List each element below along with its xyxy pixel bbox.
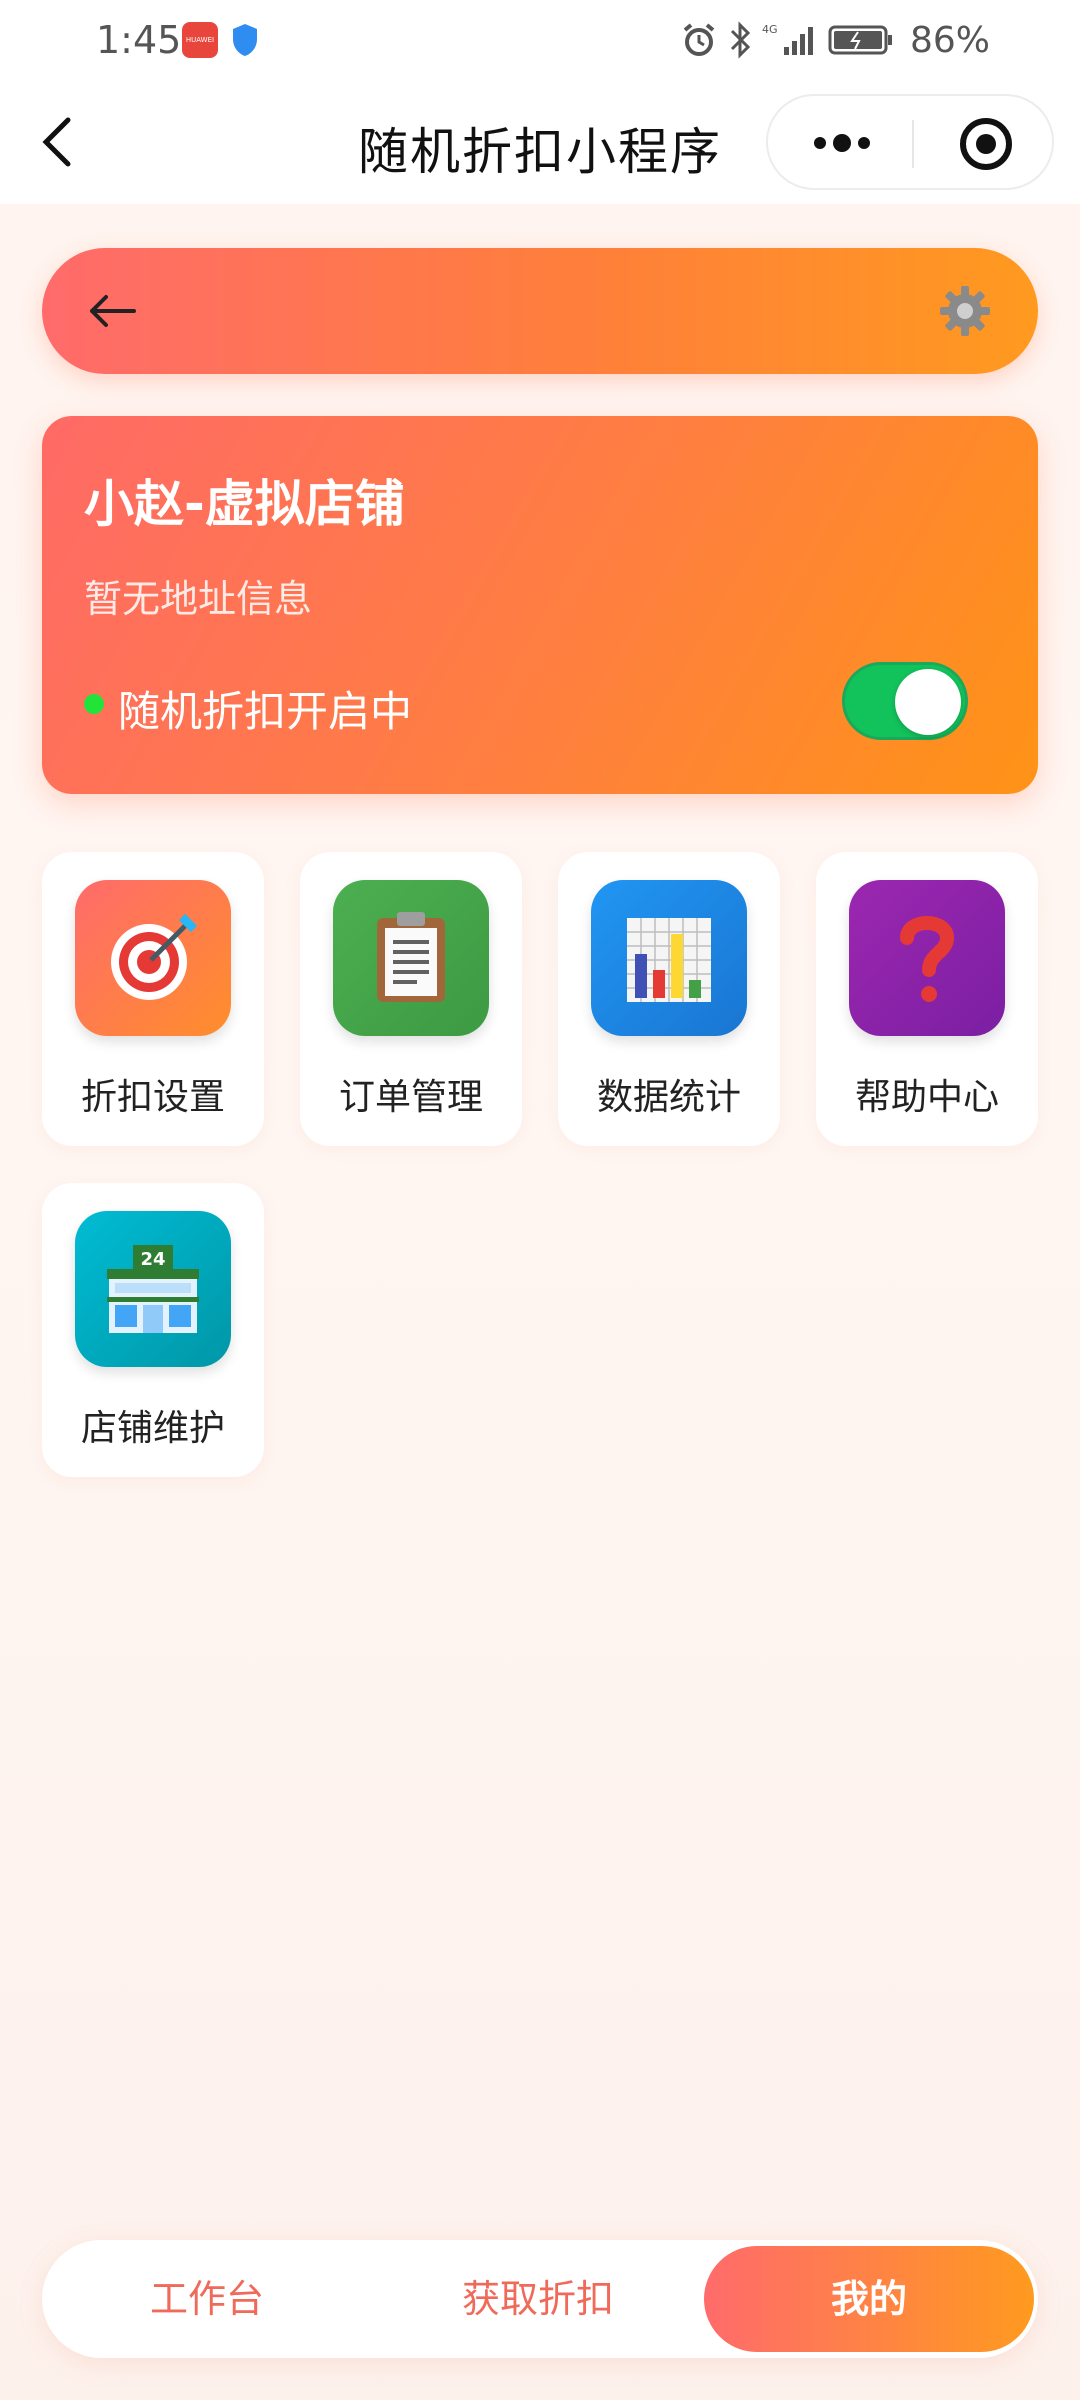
tile-label: 帮助中心	[854, 1077, 999, 1118]
tile-data-statistics[interactable]: 数据统计	[558, 852, 780, 1146]
nav-bar: 随机折扣小程序	[0, 80, 1080, 204]
huawei-app-icon: HUAWEI	[182, 22, 218, 58]
discount-status-text: 随机折扣开启中	[118, 687, 413, 736]
shield-icon	[233, 24, 257, 56]
tile-help-center[interactable]: 帮助中心	[816, 852, 1038, 1146]
tile-label: 数据统计	[596, 1077, 741, 1118]
settings-gear-icon[interactable]	[938, 284, 992, 338]
tab-get-discount[interactable]: 获取折扣	[373, 2240, 703, 2358]
alarm-icon	[683, 23, 715, 56]
question-icon	[849, 880, 1005, 1036]
tile-store-maintenance[interactable]: 24 店铺维护	[42, 1183, 264, 1477]
tile-label: 店铺维护	[80, 1408, 225, 1449]
back-arrow-icon[interactable]	[86, 288, 138, 334]
tab-mine[interactable]: 我的	[704, 2246, 1034, 2352]
status-bar: 1:45 HUAWEI 4G 86%	[0, 0, 1080, 80]
svg-text:4G: 4G	[762, 23, 778, 36]
store-icon: 24	[75, 1211, 231, 1367]
clipboard-icon	[333, 880, 489, 1036]
more-dots-icon[interactable]	[810, 128, 874, 158]
toggle-knob	[895, 669, 961, 735]
battery-percent: 86%	[909, 19, 990, 61]
shop-card: 小赵-虚拟店铺 暂无地址信息 随机折扣开启中	[42, 416, 1038, 794]
bluetooth-icon	[730, 21, 751, 59]
status-time: 1:45	[96, 18, 182, 62]
tile-discount-settings[interactable]: 折扣设置	[42, 852, 264, 1146]
close-target-icon[interactable]	[958, 116, 1014, 172]
bar-chart-icon	[591, 880, 747, 1036]
shop-name: 小赵-虚拟店铺	[84, 475, 405, 533]
battery-icon	[828, 25, 892, 55]
tile-label: 订单管理	[338, 1077, 483, 1118]
status-dot	[84, 694, 104, 714]
status-indicators: 4G 86%	[680, 16, 990, 64]
discount-toggle[interactable]	[842, 662, 968, 740]
svg-text:24: 24	[140, 1249, 165, 1270]
tab-workbench[interactable]: 工作台	[42, 2240, 372, 2358]
shop-address: 暂无地址信息	[84, 577, 313, 621]
bottom-tab-bar: 工作台 获取折扣 我的	[42, 2240, 1038, 2358]
header-bar	[42, 248, 1038, 374]
capsule-divider	[912, 120, 914, 168]
miniprogram-capsule	[766, 94, 1054, 190]
tile-label: 折扣设置	[80, 1077, 225, 1118]
target-icon	[75, 880, 231, 1036]
signal-icon: 4G	[762, 23, 813, 55]
tile-order-management[interactable]: 订单管理	[300, 852, 522, 1146]
